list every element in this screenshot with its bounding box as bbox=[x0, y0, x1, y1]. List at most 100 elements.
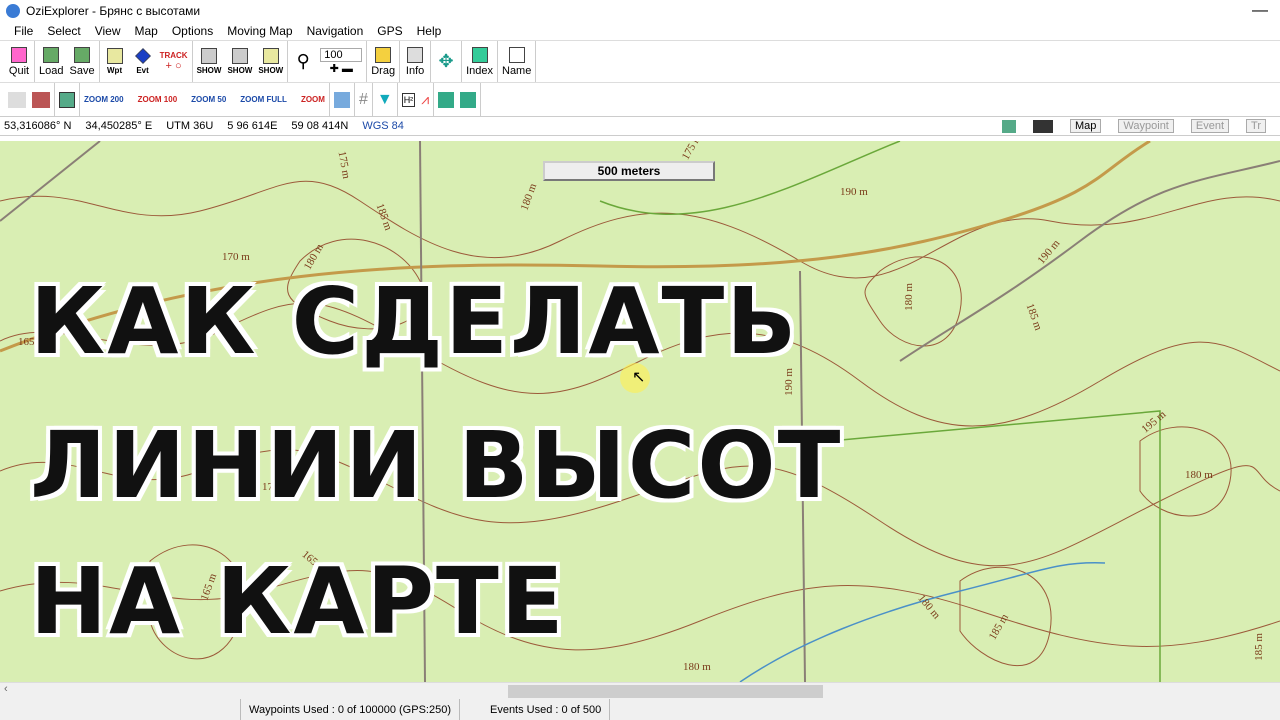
save-dropdown-icon[interactable] bbox=[1033, 119, 1054, 133]
status-empty bbox=[609, 699, 1280, 720]
tab-event[interactable]: Event bbox=[1190, 119, 1230, 133]
upload-map-icon[interactable] bbox=[438, 91, 455, 108]
zoom-50-button[interactable]: ZOOM 50 bbox=[191, 95, 226, 104]
menu-map[interactable]: Map bbox=[135, 24, 158, 38]
load-label: Load bbox=[39, 64, 64, 77]
window-title: OziExplorer - Брянс с высотами bbox=[26, 4, 201, 18]
zoom-200-button[interactable]: ZOOM 200 bbox=[84, 95, 124, 104]
horizontal-scrollbar[interactable]: ‹ bbox=[0, 682, 1280, 699]
drag-button[interactable]: Drag bbox=[371, 43, 395, 81]
grid-icon[interactable]: # bbox=[359, 91, 368, 109]
northing: 59 08 414N bbox=[291, 120, 349, 132]
show-label: SHOW bbox=[258, 66, 284, 75]
tab-waypoint[interactable]: Waypoint bbox=[1118, 119, 1174, 133]
load-button[interactable]: Load bbox=[39, 43, 63, 81]
name-search-icon bbox=[508, 46, 525, 63]
menu-navigation[interactable]: Navigation bbox=[307, 24, 364, 38]
name-label: Name bbox=[502, 64, 532, 77]
map-window-icon[interactable] bbox=[59, 91, 75, 108]
menu-gps[interactable]: GPS bbox=[377, 24, 402, 38]
show-waypoints-button[interactable]: SHOW bbox=[196, 43, 222, 81]
overlay-title-line-3: НА КАРТЕ bbox=[29, 547, 566, 657]
quit-icon bbox=[11, 46, 27, 63]
quit-label: Quit bbox=[8, 64, 30, 77]
move-arrows-button[interactable]: ✥ bbox=[435, 43, 457, 81]
menu-view[interactable]: View bbox=[95, 24, 121, 38]
zoom-select-button[interactable]: ZOOM bbox=[301, 95, 325, 104]
ruler-icon[interactable] bbox=[8, 91, 26, 108]
name-button[interactable]: Name bbox=[502, 43, 531, 81]
show-label: SHOW bbox=[227, 66, 253, 75]
save-icon bbox=[74, 46, 91, 63]
status-bar: Waypoints Used : 0 of 100000 (GPS:250) E… bbox=[0, 699, 1280, 720]
index-label: Index bbox=[466, 64, 493, 77]
waypoints-used: Waypoints Used : 0 of 100000 (GPS:250) bbox=[240, 699, 459, 720]
waypoint-icon bbox=[106, 48, 123, 64]
quit-button[interactable]: Quit bbox=[8, 43, 30, 81]
stream bbox=[739, 562, 1106, 682]
height-icon[interactable]: H² bbox=[401, 92, 416, 107]
info-icon bbox=[407, 46, 424, 63]
list-icon bbox=[231, 48, 248, 64]
menu-select[interactable]: Select bbox=[47, 24, 80, 38]
event-icon bbox=[134, 48, 151, 64]
tab-track[interactable]: Tr bbox=[1246, 119, 1266, 133]
zoom-full-button[interactable]: ZOOM FULL bbox=[240, 95, 287, 104]
zoom-in-out-icon: ✚ ▬ bbox=[329, 63, 353, 75]
map-image-icon[interactable] bbox=[1002, 119, 1017, 133]
save-button[interactable]: Save bbox=[69, 43, 95, 81]
profile-chart-icon[interactable]: ⩘ bbox=[421, 91, 429, 108]
lock-icon bbox=[375, 46, 392, 63]
overlay-title-line-1: КАК СДЕЛАТЬ bbox=[28, 267, 799, 377]
download-map-icon[interactable] bbox=[460, 91, 477, 108]
evt-label: Evt bbox=[136, 66, 149, 75]
menu-options[interactable]: Options bbox=[172, 24, 213, 38]
elevation-label: 180 m bbox=[1185, 469, 1213, 481]
drag-label: Drag bbox=[371, 64, 396, 77]
load-icon bbox=[43, 46, 60, 63]
coordinate-bar: 53,316086° N 34,450285° E UTM 36U 5 96 6… bbox=[0, 116, 1280, 136]
minimize-button[interactable]: — bbox=[1240, 2, 1280, 20]
menu-help[interactable]: Help bbox=[417, 24, 442, 38]
magnifier-icon: ⚲ bbox=[296, 51, 310, 71]
show-routes-button[interactable]: SHOW bbox=[258, 43, 283, 81]
show-label: SHOW bbox=[196, 66, 222, 75]
secondary-toolbar: ZOOM 200 ZOOM 100 ZOOM 50 ZOOM FULL ZOOM… bbox=[0, 82, 1280, 116]
arrows-icon: ✥ bbox=[438, 51, 454, 71]
app-icon bbox=[6, 4, 20, 18]
events-used: Events Used : 0 of 500 bbox=[458, 699, 609, 720]
track-button[interactable]: TRACK + ○ bbox=[160, 43, 188, 81]
info-button[interactable]: Info bbox=[404, 43, 426, 81]
search-button[interactable]: ⚲ bbox=[292, 43, 314, 81]
elevation-label: 185 m bbox=[1252, 633, 1265, 661]
menu-bar: File Select View Map Options Moving Map … bbox=[0, 22, 1280, 40]
list-icon bbox=[201, 48, 217, 64]
wpt-label: Wpt bbox=[107, 66, 123, 75]
info-label: Info bbox=[405, 64, 425, 77]
scroll-left-icon[interactable]: ‹ bbox=[4, 683, 8, 695]
menu-moving-map[interactable]: Moving Map bbox=[227, 24, 292, 38]
utm-zone: UTM 36U bbox=[166, 120, 214, 132]
tab-map[interactable]: Map bbox=[1070, 119, 1102, 133]
elevation-label: 180 m bbox=[683, 661, 711, 673]
main-toolbar: Quit Load Save Wpt Evt TRACK + ○ SHOW SHO… bbox=[0, 40, 1280, 82]
latitude: 53,316086° N bbox=[4, 120, 72, 132]
waypoint-button[interactable]: Wpt bbox=[104, 43, 126, 81]
show-events-button[interactable]: SHOW bbox=[227, 43, 252, 81]
elevation-label: 180 m bbox=[902, 283, 915, 311]
elevation-label: 170 m bbox=[222, 251, 250, 263]
scrollbar-thumb[interactable] bbox=[508, 685, 823, 698]
zoom-select[interactable]: 100 ✚ ▬ bbox=[320, 43, 363, 81]
tool-icon[interactable] bbox=[32, 91, 50, 108]
filter-icon[interactable]: ▼ bbox=[377, 91, 393, 109]
index-button[interactable]: Index bbox=[466, 43, 493, 81]
gps-icon[interactable] bbox=[333, 91, 350, 108]
zoom-100-button[interactable]: ZOOM 100 bbox=[138, 95, 178, 104]
datum: WGS 84 bbox=[362, 120, 404, 132]
event-button[interactable]: Evt bbox=[132, 43, 154, 81]
overlay-title-line-2: ЛИНИИ ВЫСОТ bbox=[28, 411, 843, 521]
menu-file[interactable]: File bbox=[14, 24, 33, 38]
save-label: Save bbox=[69, 64, 95, 77]
index-icon bbox=[471, 46, 488, 63]
zoom-value[interactable]: 100 bbox=[320, 48, 363, 62]
